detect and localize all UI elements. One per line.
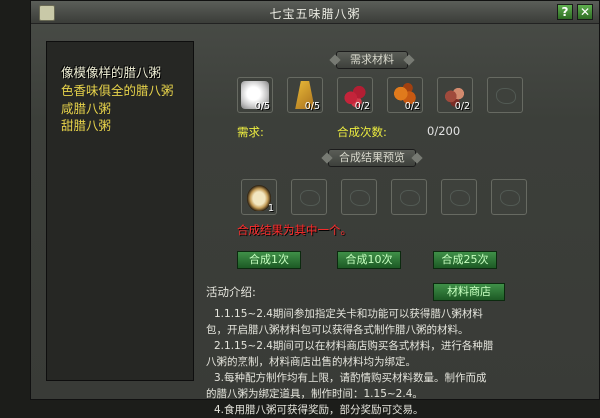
- empty-result-slot[interactable]: [391, 179, 427, 215]
- require-label: 需求:: [237, 125, 264, 139]
- material-slot[interactable]: 0/2: [387, 77, 423, 113]
- slot-count: 0/5: [304, 101, 320, 112]
- empty-result-slot[interactable]: [491, 179, 527, 215]
- material-shop-button[interactable]: 材料商店: [433, 283, 505, 301]
- result-slot[interactable]: 1: [241, 179, 277, 215]
- material-slot[interactable]: 0/5: [237, 77, 273, 113]
- slot-count: 0/2: [354, 101, 370, 112]
- synth-ten-button[interactable]: 合成10次: [337, 251, 401, 269]
- result-status-text: 合成结果为其中一个。: [237, 223, 352, 237]
- material-slot[interactable]: 0/2: [337, 77, 373, 113]
- material-slot[interactable]: 0/2: [437, 77, 473, 113]
- activity-line-1: 1.1.15~2.4期间参加指定关卡和功能可以获得腊八粥材料: [214, 308, 483, 320]
- slot-count: 1: [267, 203, 274, 214]
- recipe-list: 像模像样的腊八粥 色香味俱全的腊八粥 咸腊八粥 甜腊八粥: [46, 41, 194, 381]
- empty-result-slot[interactable]: [441, 179, 477, 215]
- material-slot[interactable]: 0/5: [287, 77, 323, 113]
- synth-twentyfive-button[interactable]: 合成25次: [433, 251, 497, 269]
- window-title: 七宝五味腊八粥: [269, 7, 361, 21]
- slot-count: 0/2: [454, 101, 470, 112]
- activity-line-2: 包，开启腊八粥材料包可以获得各式制作腊八粥的材料。: [206, 324, 469, 336]
- synth-count-label: 合成次数:: [337, 125, 387, 139]
- empty-result-slot[interactable]: [341, 179, 377, 215]
- recipe-item-4[interactable]: 甜腊八粥: [61, 115, 111, 134]
- empty-result-slot[interactable]: [291, 179, 327, 215]
- materials-header: 需求材料: [336, 51, 408, 69]
- slot-count: 0/5: [254, 101, 270, 112]
- preview-header: 合成结果预览: [328, 149, 416, 167]
- synth-count-value: 0/200: [427, 124, 461, 138]
- activity-line-4: 八粥的烹制，材料商店出售的材料均为绑定。: [206, 356, 416, 368]
- help-button[interactable]: ?: [557, 4, 573, 20]
- recipe-item-1[interactable]: 像模像样的腊八粥: [61, 62, 161, 81]
- recipe-item-2[interactable]: 色香味俱全的腊八粥: [61, 80, 174, 99]
- activity-line-3: 2.1.15~2.4期间可以在材料商店购买各式材料，进行各种腊: [214, 340, 494, 352]
- empty-material-slot[interactable]: [487, 77, 523, 113]
- recipe-window: 七宝五味腊八粥 ? ✕ 像模像样的腊八粥 色香味俱全的腊八粥 咸腊八粥 甜腊八粥…: [30, 0, 600, 416]
- slot-count: 0/2: [404, 101, 420, 112]
- activity-label: 活动介绍:: [206, 285, 256, 299]
- synth-once-button[interactable]: 合成1次: [237, 251, 301, 269]
- title-bar[interactable]: 七宝五味腊八粥 ? ✕: [31, 1, 599, 24]
- activity-line-5: 3.每种配方制作均有上限，请酌情购买材料数量。制作而成: [214, 372, 487, 384]
- close-button[interactable]: ✕: [577, 4, 593, 20]
- activity-line-7: 4.食用腊八粥可获得奖励，部分奖励可交易。: [214, 404, 424, 416]
